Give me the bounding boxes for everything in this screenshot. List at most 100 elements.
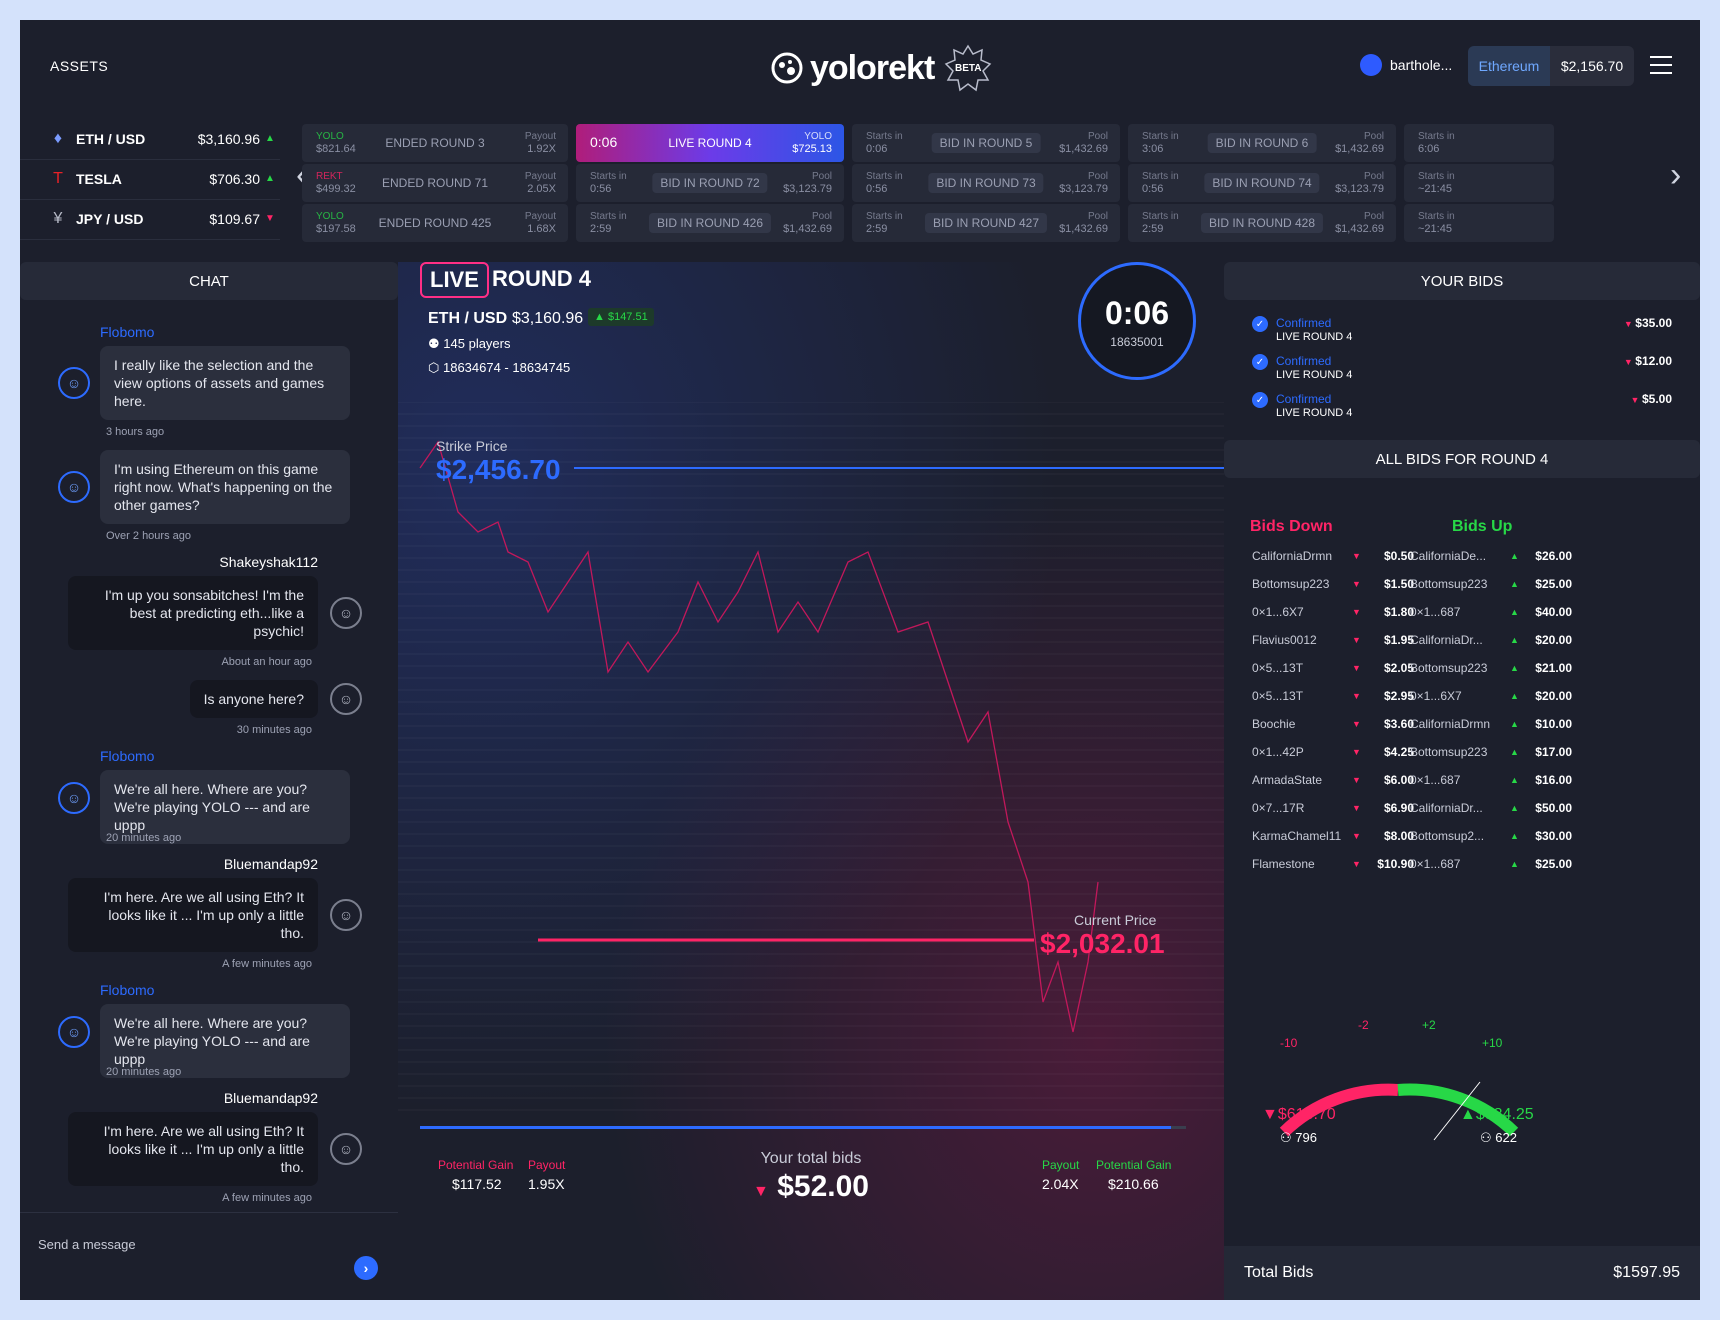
bid-row: CaliforniaDrmn ▼ $0.50	[1252, 542, 1422, 570]
round-cell-right-value: $1,432.69	[783, 223, 832, 235]
hamburger-menu-icon[interactable]	[1650, 56, 1672, 74]
round-cell-left: REKT $499.32	[316, 170, 356, 196]
round-cell[interactable]: Starts in 0:56 BID IN ROUND 72 Pool $3,123.7…	[576, 164, 844, 202]
chat-title: CHAT	[20, 262, 398, 300]
bid-row: Flamestone ▼ $10.90	[1252, 850, 1422, 878]
caret-down-icon: ▼	[1630, 395, 1642, 405]
round-cell-right-value: $1,432.69	[1335, 223, 1384, 235]
bid-row: Boochie ▼ $3.60	[1252, 710, 1422, 738]
round-cell-left-value: $821.64	[316, 143, 356, 155]
check-icon: ✓	[1252, 316, 1268, 332]
round-cell-left-value: ~21:45	[1418, 223, 1452, 235]
round-cell-right: Pool $3,123.79	[783, 170, 832, 196]
round-cell[interactable]: Starts in ~21:45	[1404, 204, 1554, 242]
round-cell-label: ENDED ROUND 425	[378, 216, 492, 230]
potential-gain-right: $210.66	[1108, 1176, 1159, 1192]
asset-row[interactable]: ¥ JPY / USD $109.67 ▼	[20, 198, 280, 240]
bid-value: $0.50	[1383, 549, 1414, 563]
user-icon: ⚇	[1280, 1130, 1292, 1145]
round-cell-left-value: 3:06	[1142, 143, 1164, 155]
round-cell[interactable]: Starts in 0:56 BID IN ROUND 74 Pool $3,123.7…	[1128, 164, 1396, 202]
round-progress-fill	[420, 1126, 1171, 1129]
round-view: LIVE ROUND 4 ETH / USD $3,160.96 ▲ $147.…	[398, 262, 1224, 1300]
bidder-name: Flavius0012	[1252, 633, 1317, 647]
round-cell[interactable]: Starts in 6:06	[1404, 124, 1554, 162]
round-cell-right-label: Pool	[1087, 131, 1108, 142]
bid-row: Flavius0012 ▼ $1.95	[1252, 626, 1422, 654]
round-cell[interactable]: Starts in 3:06 BID IN ROUND 6 Pool $1,432.69	[1128, 124, 1396, 162]
round-cell-left-value: 0:56	[590, 183, 612, 195]
round-cell[interactable]: Starts in 2:59 BID IN ROUND 428 Pool $1,432.…	[1128, 204, 1396, 242]
asset-row[interactable]: ♦ ETH / USD $3,160.96 ▲	[20, 118, 280, 160]
strike-label: Strike Price	[436, 438, 508, 454]
bid-value: $40.00	[1535, 605, 1572, 619]
round-cell-left-value: 0:56	[1142, 183, 1164, 195]
user-avatar	[1360, 54, 1382, 76]
bid-value: $16.00	[1535, 773, 1572, 787]
round-cell-left-value: 6:06	[1418, 143, 1440, 155]
bidder-name: 0×1...6X7	[1410, 689, 1462, 703]
round-cell-right-value: $1,432.69	[1059, 143, 1108, 155]
total-bids: ▼ $52.00	[398, 1170, 1224, 1204]
round-cell[interactable]: REKT $499.32 ENDED ROUND 71 Payout 2.05X	[302, 164, 568, 202]
bid-row: Bottomsup223 ▲ $21.00	[1410, 654, 1580, 682]
round-cell-left-label: Starts in	[590, 211, 627, 222]
round-cell-left-label: Starts in	[590, 171, 627, 182]
network-selector[interactable]: Ethereum	[1468, 46, 1550, 86]
round-cell-right: Pool $1,432.69	[1335, 130, 1384, 156]
logo[interactable]: yolorekt BETA	[770, 44, 992, 92]
chat-username[interactable]: Shakeyshak112	[219, 554, 318, 570]
chat-username[interactable]: Flobomo	[100, 748, 154, 764]
pair-price: $3,160.96	[512, 310, 584, 327]
logo-icon	[771, 52, 803, 84]
caret-up-icon: ▲	[265, 173, 275, 184]
sentiment-gauge	[1279, 1081, 1519, 1141]
round-cell-right-label: Payout	[524, 131, 556, 142]
chat-username[interactable]: Flobomo	[100, 982, 154, 998]
send-button[interactable]: ›	[354, 1256, 378, 1280]
round-cell-left-value: 2:59	[590, 223, 612, 235]
chat-username[interactable]: Bluemandap92	[224, 856, 318, 872]
round-cell-left-label: REKT	[316, 171, 343, 182]
caret-up-icon: ▲	[1510, 691, 1519, 701]
round-cell[interactable]: Starts in 0:56 BID IN ROUND 73 Pool $3,123.7…	[852, 164, 1120, 202]
chat-username[interactable]: Bluemandap92	[224, 1090, 318, 1106]
round-cell-right: Pool $1,432.69	[1059, 130, 1108, 156]
round-cell[interactable]: YOLO $197.58 ENDED ROUND 425 Payout 1.68X	[302, 204, 568, 242]
user-account[interactable]: barthole...	[1360, 54, 1452, 76]
round-cell-label: ENDED ROUND 3	[385, 136, 485, 150]
bid-row: ArmadaState ▼ $6.00	[1252, 766, 1422, 794]
chat-time: 20 minutes ago	[106, 1066, 182, 1078]
round-cell[interactable]: Starts in 2:59 BID IN ROUND 427 Pool $1,432.…	[852, 204, 1120, 242]
round-cell-label: BID IN ROUND 428	[1200, 213, 1324, 233]
bid-row: CaliforniaDr... ▲ $20.00	[1410, 626, 1580, 654]
asset-row[interactable]: T TESLA $706.30 ▲	[20, 158, 280, 200]
round-cell-left-label: Starts in	[1142, 211, 1179, 222]
gauge-label-plus2: +2	[1422, 1018, 1436, 1032]
bid-row: 0×1...6X7 ▼ $1.80	[1252, 598, 1422, 626]
price-line	[419, 440, 1099, 1033]
round-cell-label: BID IN ROUND 427	[924, 213, 1048, 233]
caret-down-icon: ▼	[1352, 859, 1361, 869]
round-cell[interactable]: 0:06 LIVE ROUND 4 YOLO $725.13	[576, 124, 844, 162]
payout-right: 2.04X	[1042, 1176, 1079, 1192]
round-cell[interactable]: Starts in 2:59 BID IN ROUND 426 Pool $1,432.…	[576, 204, 844, 242]
bid-row: 0×7...17R ▼ $6.90	[1252, 794, 1422, 822]
caret-down-icon: ▼	[1352, 803, 1361, 813]
bid-round: LIVE ROUND 4	[1276, 331, 1353, 343]
round-cell[interactable]: Starts in 0:06 BID IN ROUND 5 Pool $1,432.69	[852, 124, 1120, 162]
round-cell[interactable]: YOLO $821.64 ENDED ROUND 3 Payout 1.92X	[302, 124, 568, 162]
chat-bubble: I'm here. Are we all using Eth? It looks…	[68, 1112, 318, 1186]
round-cell-right-label: YOLO	[804, 131, 832, 142]
round-cell[interactable]: Starts in ~21:45	[1404, 164, 1554, 202]
avatar-icon: ☺	[58, 367, 90, 399]
message-input[interactable]: Send a message	[38, 1237, 136, 1252]
round-cell-left: Starts in 2:59	[1142, 210, 1179, 236]
avatar-icon: ☺	[330, 683, 362, 715]
asset-name: JPY / USD	[76, 210, 144, 227]
round-cell-left-value: 2:59	[866, 223, 888, 235]
round-cell-left-value: $499.32	[316, 183, 356, 195]
chevron-right-icon[interactable]: ›	[1670, 156, 1681, 195]
bidder-name: 0×1...687	[1410, 605, 1461, 619]
chat-username[interactable]: Flobomo	[100, 324, 154, 340]
